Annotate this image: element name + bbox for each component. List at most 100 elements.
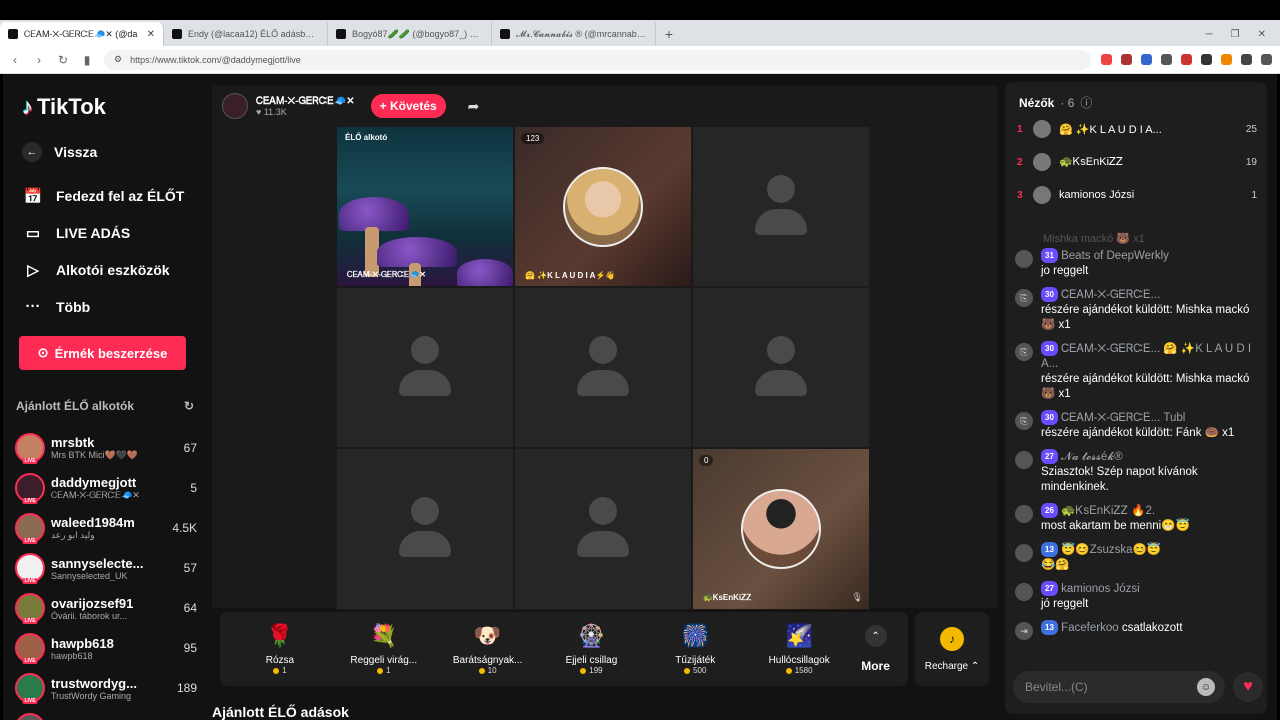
menu-icon[interactable] xyxy=(1261,54,1272,65)
creator-item[interactable]: LIVE mrsbtk Mrs BTK Mici🤎🖤🤎 67 xyxy=(15,428,197,468)
bookmark-icon[interactable]: ▮ xyxy=(80,53,94,67)
host-name[interactable]: ᏟᎬᎪᎷ-✕-ᏀᎬᏒᏨᎬ🧢✕ xyxy=(256,96,355,107)
gift-item[interactable]: 🐶 Barátságnyak... 10 xyxy=(436,623,540,675)
extension-icon[interactable] xyxy=(1241,54,1252,65)
follow-button[interactable]: + Követés xyxy=(370,94,446,118)
coin-icon xyxy=(377,667,384,674)
tab-title: Endy (@lacaa12) ÉLŐ adásban van – xyxy=(188,29,319,39)
empty-seat-icon xyxy=(575,497,631,561)
chat-username[interactable]: 😇😊Zsuzska😊😇 xyxy=(1061,544,1161,556)
avatar xyxy=(1015,505,1033,523)
minimize-icon[interactable]: ─ xyxy=(1206,29,1213,40)
gift-item[interactable]: 🎡 Éjjeli csillag 199 xyxy=(540,623,644,675)
top-viewer-row[interactable]: 2 🐢ᏦsEnKiᏃᏃ 19 xyxy=(1017,153,1257,171)
creator-item[interactable]: LIVE sannyselecte... Sannyselected_UK 57 xyxy=(15,548,197,588)
browser-tab-4[interactable]: 𝓜𝓻.𝓒𝓪𝓷𝓷𝓪𝓫𝓲𝓼 ® (@mrcannabis_) xyxy=(492,22,656,46)
top-viewer-row[interactable]: 3 kamionos Józsi 1 xyxy=(1017,186,1257,204)
extension-icon[interactable] xyxy=(1181,54,1192,65)
creator-item[interactable]: LIVE ovarijozsef91 Óvárii. táborok ur... 64 xyxy=(15,588,197,628)
browser-tab-2[interactable]: Endy (@lacaa12) ÉLŐ adásban van – xyxy=(164,22,328,46)
more-label: More xyxy=(861,659,890,673)
guest-cell-senki[interactable]: 0 🐢ᏦsEnKiᏃᏃ 🎙 xyxy=(692,448,870,610)
avatar xyxy=(1015,583,1033,601)
sidebar-item-live[interactable]: ▭ LIVE ADÁS xyxy=(22,224,130,242)
guest-cell-empty[interactable] xyxy=(336,287,514,448)
chat-username[interactable]: 𝓝𝓪 𝓽𝓮𝓼𝓼é𝓴® xyxy=(1061,451,1123,463)
recharge-button[interactable]: ♪ Recharge ⌃ xyxy=(915,612,989,686)
chat-username[interactable]: ᏟᎬᎪᎷ-✕-ᏀᎬᏒᏨᎬ... Tubl xyxy=(1061,412,1185,424)
gift-item[interactable]: 🌹 Rózsa 1 xyxy=(228,623,332,675)
chat-text: részére ajándékot küldött: Mishka mackó … xyxy=(1041,304,1250,331)
level-badge: 30 xyxy=(1041,341,1058,356)
new-tab-button[interactable]: + xyxy=(656,22,682,46)
live-badge: LIVE xyxy=(22,658,38,664)
sidebar-item-creator-tools[interactable]: ▷ Alkotói eszközök xyxy=(22,261,169,279)
extension-icon[interactable] xyxy=(1221,54,1232,65)
extension-icon[interactable] xyxy=(1141,54,1152,65)
mic-muted-icon: 🎙 xyxy=(851,592,863,602)
refresh-icon[interactable]: ↻ xyxy=(184,399,194,413)
info-icon[interactable]: ⓘ xyxy=(1080,94,1092,111)
creator-item[interactable]: LIVE daddymegjott ᏟᎬᎪᎷ-✕-ᏀᎬᏒᏨᎬ🧢✕ 5 xyxy=(15,468,197,508)
chat-username[interactable]: Beats of DeepWerkly xyxy=(1061,250,1169,262)
coin-icon xyxy=(785,667,792,674)
viewer-rank: 1 xyxy=(1017,123,1023,135)
gift-item[interactable]: 💐 Reggeli virág... 1 xyxy=(332,623,436,675)
tiktok-favicon-icon xyxy=(8,29,18,39)
emoji-icon[interactable]: ☺ xyxy=(1197,678,1215,696)
get-coins-button[interactable]: ⊙ Érmék beszerzése xyxy=(19,336,186,370)
browser-tab-1[interactable]: ᏟᎬᎪᎷ-✕-ᏀᎬᏒᏨᎬ🧢✕ (@da ✕ xyxy=(0,22,164,46)
url-field[interactable]: ⚙ https://www.tiktok.com/@daddymegjott/l… xyxy=(104,49,1091,70)
chat-username[interactable]: ᏟᎬᎪᎷ-✕-ᏀᎬᏒᏨᎬ... 🤗 ✨K L A U D I A... xyxy=(1041,343,1251,370)
extension-icon[interactable] xyxy=(1161,54,1172,65)
gift-item[interactable]: 🎆 Tűzijáték 500 xyxy=(643,623,747,675)
creator-name: mrsbtk xyxy=(51,435,95,450)
reload-icon[interactable]: ↻ xyxy=(56,53,70,67)
close-tab-icon[interactable]: ✕ xyxy=(147,29,155,40)
back-link[interactable]: ← Vissza xyxy=(22,142,97,162)
viewer-count: 4.5K xyxy=(172,521,197,535)
chat-username[interactable]: 🐢ᏦsEnKiᏃᏃ 🔥2. xyxy=(1061,505,1155,517)
extension-icon[interactable] xyxy=(1121,54,1132,65)
gift-item[interactable]: 🌠 Hullócsillagok 1580 xyxy=(747,623,851,675)
extension-icon[interactable] xyxy=(1101,54,1112,65)
guest-cell-empty[interactable] xyxy=(692,126,870,287)
avatar xyxy=(1015,451,1033,469)
chat-input[interactable] xyxy=(1013,671,1225,703)
forward-arrow-icon[interactable]: › xyxy=(32,53,46,67)
chat-username[interactable]: Faceferkoo xyxy=(1061,622,1119,634)
share-icon[interactable]: ➦ xyxy=(468,98,480,115)
back-arrow-icon[interactable]: ‹ xyxy=(8,53,22,67)
calendar-icon: 📅 xyxy=(23,188,43,205)
guest-cell-empty[interactable] xyxy=(514,448,692,610)
site-settings-icon[interactable]: ⚙ xyxy=(114,54,122,65)
creator-item[interactable]: LIVE waleed1984m وليد ابو رعد 4.5K xyxy=(15,508,197,548)
tiktok-logo[interactable]: ♪ TikTok xyxy=(22,94,106,120)
sidebar-item-more[interactable]: ··· Több xyxy=(22,298,91,315)
more-gifts-button[interactable]: ⌃ More xyxy=(851,625,900,673)
chat-username[interactable]: ᏟᎬᎪᎷ-✕-ᏀᎬᏒᏨᎬ... xyxy=(1061,289,1160,301)
gift-icon: ⎘ xyxy=(1015,412,1033,430)
creator-item[interactable]: LIVErgsyrgnf930 xyxy=(15,708,197,720)
browser-tab-3[interactable]: Bogyó87🥒🥒 (@bogyo87_) ÉLŐ a xyxy=(328,22,492,46)
restore-icon[interactable]: ❐ xyxy=(1231,29,1240,40)
creator-item[interactable]: LIVE hawpb618 hawpb618 95 xyxy=(15,628,197,668)
gift-price: 10 xyxy=(487,666,497,675)
extension-icon[interactable] xyxy=(1201,54,1212,65)
viewers-label: Nézők xyxy=(1019,95,1055,110)
guest-cell-host[interactable]: ÉLŐ alkotó ᏟᎬᎪᎷ-✕-ᏀᎬᏒᏨᎬ🧢✕ xyxy=(336,126,514,287)
guest-cell-klaudia[interactable]: 123 🤗 ✨K L A U D I A⚡👋 xyxy=(514,126,692,287)
top-viewer-row[interactable]: 1 🤗 ✨K L A U D I A... 25 xyxy=(1017,120,1257,138)
like-heart-button[interactable]: ♥ xyxy=(1233,672,1263,702)
guest-cell-empty[interactable] xyxy=(514,287,692,448)
tiktok-favicon-icon xyxy=(500,29,510,39)
creator-subtitle: ᏟᎬᎪᎷ-✕-ᏀᎬᏒᏨᎬ🧢✕ xyxy=(51,490,140,500)
guest-cell-empty[interactable] xyxy=(692,287,870,448)
guest-cell-empty[interactable] xyxy=(336,448,514,610)
chat-username[interactable]: kamionos Józsi xyxy=(1061,583,1140,595)
gift-name: Rózsa xyxy=(265,655,295,666)
host-avatar[interactable] xyxy=(222,93,248,119)
sidebar-item-explore-live[interactable]: 📅 Fedezd fel az ÉLŐT xyxy=(22,187,185,205)
creator-item[interactable]: LIVE trustwordyg... TrustWordy Gaming 189 xyxy=(15,668,197,708)
close-window-icon[interactable]: ✕ xyxy=(1258,29,1266,40)
